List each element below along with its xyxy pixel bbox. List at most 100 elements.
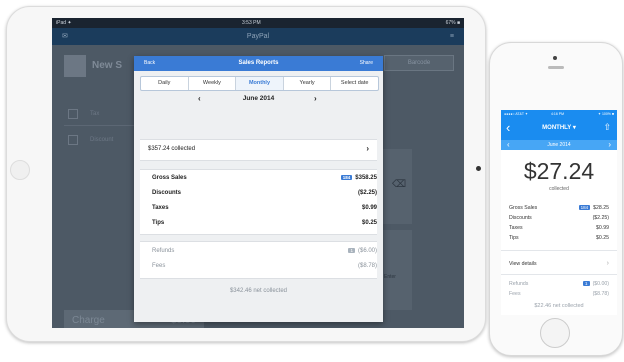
- background-title: New S: [92, 60, 123, 71]
- refunds-count-badge: 1: [583, 281, 590, 286]
- ipad-app-bar: ✉ PayPal ≡: [52, 28, 464, 45]
- month-selector: ‹ June 2014 ›: [134, 94, 383, 107]
- modal-title: Sales Reports: [238, 60, 279, 66]
- iphone-taxes-row: Taxes $0.99: [509, 225, 609, 231]
- discounts-label: Discounts: [152, 190, 182, 196]
- tips-label: Tips: [152, 220, 165, 226]
- avatar: [64, 55, 86, 77]
- tips-label: Tips: [509, 235, 519, 241]
- refunds-row: Refunds 1 ($6.00): [152, 248, 377, 254]
- view-details-label: View details: [509, 261, 537, 267]
- period-dropdown[interactable]: MONTHLY ▾: [501, 124, 617, 131]
- summary-card: Gross Sales 184 $358.25 Discounts ($2.25)…: [140, 169, 377, 235]
- discounts-value: ($2.25): [592, 215, 609, 221]
- gross-sales-label: Gross Sales: [509, 205, 538, 211]
- enter-label: Enter: [384, 274, 396, 280]
- collected-label: $357.24 collected: [148, 146, 196, 152]
- next-month-icon[interactable]: ›: [314, 94, 317, 103]
- iphone-home-button: [540, 318, 570, 348]
- tab-weekly[interactable]: Weekly: [189, 77, 237, 90]
- gross-sales-value: $28.25: [593, 205, 609, 211]
- fees-row: Fees ($8.78): [152, 263, 377, 269]
- share-button[interactable]: Share: [360, 60, 373, 66]
- refunds-value: ($6.00): [357, 248, 377, 254]
- menu-icon[interactable]: ≡: [450, 28, 454, 45]
- tips-value: $0.25: [596, 235, 609, 241]
- fees-value: ($8.78): [357, 263, 377, 269]
- app-title: PayPal: [246, 33, 270, 40]
- divider: [501, 274, 617, 275]
- tab-select-date[interactable]: Select date: [331, 77, 378, 90]
- delete-icon: ⌫: [392, 179, 407, 190]
- iphone-screen: ●●●●○ AT&T ✦ 4:16 PM ✦ 100% ■ ‹ MONTHLY …: [501, 110, 617, 315]
- refunds-value: ($0.00): [592, 281, 609, 287]
- ipad-screen: iPad ✦ 3:53 PM 67% ■ ✉ PayPal ≡ New S Ta…: [52, 18, 464, 328]
- tax-row: Tax: [90, 111, 100, 117]
- inbox-icon[interactable]: ✉: [62, 28, 68, 45]
- collected-amount: $27.24: [523, 158, 595, 184]
- discount-checkbox: [68, 135, 78, 145]
- month-label: June 2014: [242, 95, 275, 102]
- iphone-refunds-row: Refunds 1 ($0.00): [509, 281, 609, 287]
- chevron-right-icon: ›: [606, 260, 609, 267]
- refunds-label: Refunds: [509, 281, 529, 287]
- ipad-home-button: [10, 160, 30, 180]
- chevron-right-icon: ›: [366, 144, 369, 153]
- view-details-row[interactable]: View details ›: [509, 260, 609, 267]
- taxes-label: Taxes: [509, 225, 523, 231]
- prev-month-icon[interactable]: ‹: [198, 94, 201, 103]
- divider: [64, 125, 134, 126]
- tab-monthly[interactable]: Monthly: [236, 77, 284, 90]
- iphone-nav-bar: ●●●●○ AT&T ✦ 4:16 PM ✦ 100% ■ ‹ MONTHLY …: [501, 110, 617, 140]
- net-collected: $342.46 net collected: [229, 288, 288, 294]
- tips-value: $0.25: [361, 220, 377, 226]
- barcode-button[interactable]: Barcode: [384, 55, 454, 71]
- ipad-status-bar: iPad ✦ 3:53 PM 67% ■: [52, 18, 464, 28]
- gross-sales-row: Gross Sales 184 $358.25: [152, 175, 377, 181]
- collected-row[interactable]: $357.24 collected ›: [140, 139, 377, 161]
- iphone-fees-row: Fees ($8.78): [509, 291, 609, 297]
- iphone-tips-row: Tips $0.25: [509, 235, 609, 241]
- gross-sales-count-badge: 184: [340, 175, 353, 180]
- taxes-value: $0.99: [361, 205, 377, 211]
- status-battery: 67% ■: [445, 20, 460, 26]
- iphone-speaker: [548, 66, 564, 69]
- iphone-status-battery: ✦ 100% ■: [598, 112, 614, 116]
- discount-row: Discount: [90, 137, 114, 143]
- status-carrier: iPad ✦: [56, 20, 72, 26]
- tab-yearly[interactable]: Yearly: [284, 77, 332, 90]
- fees-label: Fees: [509, 291, 521, 297]
- barcode-label: Barcode: [407, 60, 431, 66]
- iphone-status-carrier: ●●●●○ AT&T ✦: [504, 112, 528, 116]
- taxes-row: Taxes $0.99: [152, 205, 377, 211]
- iphone-camera: [553, 56, 557, 60]
- refunds-count-badge: 1: [348, 248, 355, 253]
- tax-checkbox: [68, 109, 78, 119]
- charge-label: Charge: [72, 315, 105, 326]
- discounts-row: Discounts ($2.25): [152, 190, 377, 196]
- gross-sales-label: Gross Sales: [152, 175, 187, 181]
- next-month-icon[interactable]: ›: [608, 140, 611, 150]
- iphone-date-bar: ‹ June 2014 ›: [501, 140, 617, 150]
- ipad-camera: [476, 166, 481, 171]
- modal-header: Back Sales Reports Share: [134, 56, 383, 71]
- fees-value: ($8.78): [592, 291, 609, 297]
- iphone-month-label: June 2014: [547, 142, 571, 148]
- prev-month-icon[interactable]: ‹: [507, 140, 510, 150]
- taxes-value: $0.99: [596, 225, 609, 231]
- fees-label: Fees: [152, 263, 166, 269]
- taxes-label: Taxes: [152, 205, 169, 211]
- share-icon[interactable]: ⇧: [603, 122, 611, 133]
- divider: [501, 250, 617, 251]
- discounts-value: ($2.25): [357, 190, 377, 196]
- iphone-status-time: 4:16 PM: [551, 112, 565, 116]
- iphone-discounts-row: Discounts ($2.25): [509, 215, 609, 221]
- tab-daily[interactable]: Daily: [141, 77, 189, 90]
- status-time: 3:53 PM: [242, 20, 261, 26]
- period-segmented-control: Daily Weekly Monthly Yearly Select date: [140, 76, 379, 91]
- collected-caption: collected: [549, 186, 569, 192]
- gross-sales-count-badge: 184: [578, 205, 591, 210]
- gross-sales-value: $358.25: [355, 175, 377, 181]
- sales-report-modal: Back Sales Reports Share Daily Weekly Mo…: [134, 56, 383, 322]
- fees-card: Refunds 1 ($6.00) Fees ($8.78): [140, 241, 377, 279]
